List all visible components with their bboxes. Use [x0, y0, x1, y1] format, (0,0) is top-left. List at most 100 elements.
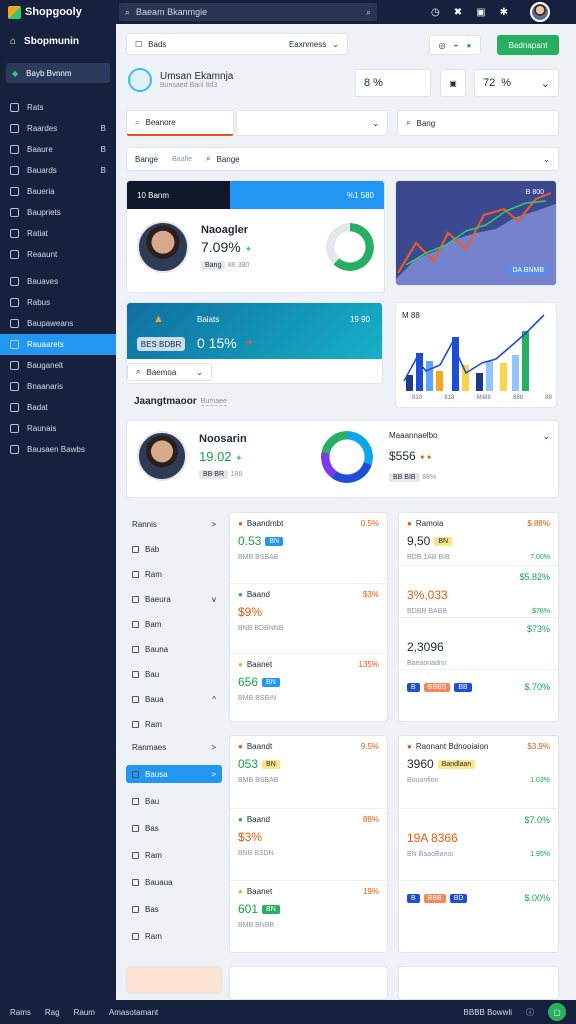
close-icon[interactable]: ✖ [454, 7, 462, 18]
sub-nav-item[interactable]: Bab [126, 540, 222, 558]
list-item[interactable]: ● Baand $3% $9% BNB BDBNNB [230, 583, 387, 653]
sidebar-item[interactable]: Bauaves [0, 271, 116, 292]
person-photo [137, 431, 187, 481]
list-item[interactable]: ● Baandmbt 0.5% 0.53 BN BMB BSBAB [230, 513, 387, 583]
list-item[interactable]: $7.0% 19A 8366 BN BaaoBanoi 1.95% [399, 808, 558, 880]
list-item[interactable]: $73% 2,3096 Baeaonadnn [399, 617, 558, 669]
sub-nav-item[interactable]: Bausa > [126, 765, 222, 783]
menu-item-icon [10, 340, 19, 349]
list-item[interactable]: ● Ramoia $.88% 9,50 BN BDB 1AB BIB 7.00% [399, 513, 558, 565]
sub-nav-item[interactable]: Bauaua [126, 873, 222, 891]
app-logo-icon [8, 5, 21, 19]
nav-item-icon [132, 720, 139, 728]
menu-item-icon [10, 424, 19, 433]
clock-icon[interactable]: ◷ [431, 7, 440, 18]
sub-nav-item[interactable]: Bau [126, 792, 222, 810]
sidebar-item[interactable]: Badat [0, 397, 116, 418]
primary-action-button[interactable]: Badnapant [497, 35, 559, 55]
dropdown-a[interactable]: ⌄ [236, 110, 388, 136]
menu-item-icon [10, 187, 19, 196]
list-item[interactable]: ● Baanet 135% 656 BN BMB BSBIN [230, 653, 387, 723]
sub-nav-item[interactable]: Ram [126, 927, 222, 945]
brand[interactable]: Shopgooly [0, 5, 116, 19]
view-toggle[interactable]: ◎ ⌁ ● [429, 35, 481, 55]
sidebar-item[interactable]: Rauaarets [0, 334, 116, 355]
list-item[interactable]: ● Baanet 19% 601 BN BMB BNBB [230, 880, 387, 952]
sub-nav-item[interactable]: Rannis > [126, 515, 222, 533]
stat-box-1: 8 % [355, 69, 431, 97]
filter-bar[interactable]: Bange Baafle ⌕ Bange ⌄ [126, 147, 559, 171]
sub-nav-item[interactable]: Ram [126, 715, 222, 733]
sub-nav-item[interactable]: Ram [126, 846, 222, 864]
sidebar-item[interactable]: Ratiat [0, 223, 116, 244]
sub-nav-item[interactable]: Baeura v [126, 590, 222, 608]
filter-icon: ☐ [135, 39, 143, 49]
footer-link[interactable]: Raum [74, 1008, 95, 1017]
stat-button[interactable]: BES BDBR [137, 337, 185, 351]
list-item[interactable]: ● Baand 88% $3% BNB BSDN [230, 808, 387, 880]
sub-nav-item[interactable]: Bas [126, 819, 222, 837]
sub-nav-item[interactable]: Bas [126, 900, 222, 918]
sidebar-item[interactable]: Rats [0, 97, 116, 118]
home-icon: ⌂ [10, 36, 17, 47]
sidebar: ⌂ Sbopmunin ◆ Bayb Bvnnm Rats Raardes B Baa… [0, 24, 116, 1000]
list-item[interactable]: $5.82% 3%,033 BDBR BABB $78% [399, 565, 558, 617]
footer-link[interactable]: Rag [45, 1008, 60, 1017]
list-item[interactable]: B BBBS BB $.70% [399, 669, 558, 721]
nav-item-icon [132, 797, 139, 805]
search-clear-icon[interactable]: ⌕ [366, 7, 371, 18]
profile-card-1: 10 Banm %1 580 Naoagler 7.09% ✦ Bang 88 … [126, 180, 385, 293]
tab-secondary[interactable]: Bumaee [200, 398, 227, 406]
puzzle-icon[interactable]: ✱ [500, 7, 508, 18]
sidebar-item[interactable]: Baaure B [0, 139, 116, 160]
info-icon[interactable]: ⓘ [526, 1007, 534, 1018]
stat-select[interactable]: 72 % ⌄ [474, 69, 559, 97]
sidebar-item[interactable]: Baueria [0, 181, 116, 202]
sidebar-item[interactable]: Bnaanaris [0, 376, 116, 397]
list-item[interactable]: ● Baandt 9.5% 053 BN BMB BSBAB [230, 736, 387, 808]
panel3b-value: $556 ✦✦ [389, 449, 433, 463]
avatar[interactable] [529, 2, 550, 22]
sidebar-top-item[interactable]: ◆ Bayb Bvnnm [6, 63, 110, 83]
sub-nav-item[interactable]: Bam [126, 615, 222, 633]
arrow-icon: ➜ [245, 337, 253, 347]
sidebar-item[interactable]: Bauganelt [0, 355, 116, 376]
bottom-card-right [398, 966, 559, 1000]
panel2-select[interactable]: ⌕ Baemoa ⌄ [127, 363, 212, 381]
chat-icon[interactable]: ▢ [548, 1003, 566, 1021]
list-item[interactable]: B BBB BD $.00% [399, 880, 558, 952]
sidebar-item[interactable]: Raardes B [0, 118, 116, 139]
x-tick-label: 818 [444, 395, 455, 401]
search-field-a[interactable]: ⌕ Beanore [126, 110, 234, 136]
sidebar-item[interactable]: Bausaen Bawbs [0, 439, 116, 460]
list-item[interactable]: ● Raonant Bdnooiaion $3.9% 3960 Bandlaan Boua… [399, 736, 558, 808]
nav-item-icon [132, 645, 139, 653]
sidebar-item[interactable]: Raunais [0, 418, 116, 439]
global-search[interactable]: ⌕ Baeam Bkanmgie ⌕ [119, 3, 377, 21]
filter-select[interactable]: ☐ Bads Eaxnmess ⌄ [126, 33, 348, 55]
sub-nav-item[interactable]: Bauna [126, 640, 222, 658]
chevron-down-icon: ⌄ [332, 39, 339, 49]
image-icon[interactable]: ▣ [476, 7, 485, 18]
footer-link[interactable]: Rams [10, 1008, 31, 1017]
search-field-b[interactable]: ⌕ Bang [397, 110, 559, 136]
bot-avatar[interactable] [128, 68, 152, 92]
sidebar-item[interactable]: Bauards B [0, 160, 116, 181]
sidebar-title[interactable]: ⌂ Sbopmunin [0, 24, 116, 59]
tab-primary[interactable]: Jaangtmaoor [134, 396, 197, 407]
sub-nav-item[interactable]: Ram [126, 565, 222, 583]
sidebar-item[interactable]: Reaaunt [0, 244, 116, 265]
sidebar-item[interactable]: Rabus [0, 292, 116, 313]
nav-item-icon [132, 670, 139, 678]
sidebar-item[interactable]: Baupriets [0, 202, 116, 223]
bottom-highlight-card[interactable] [126, 966, 222, 994]
sidebar-item[interactable]: Baupaweans [0, 313, 116, 334]
menu-item-icon [10, 229, 19, 238]
chevron-down-icon[interactable]: ⌄ [542, 431, 550, 442]
status-dot-icon: ● [407, 519, 412, 528]
sub-nav-item[interactable]: Ranmaes > [126, 738, 222, 756]
image-button[interactable]: ▣ [440, 69, 466, 97]
footer-link[interactable]: Amasotamant [109, 1008, 158, 1017]
sub-nav-item[interactable]: Bau [126, 665, 222, 683]
sub-nav-item[interactable]: Baua ^ [126, 690, 222, 708]
